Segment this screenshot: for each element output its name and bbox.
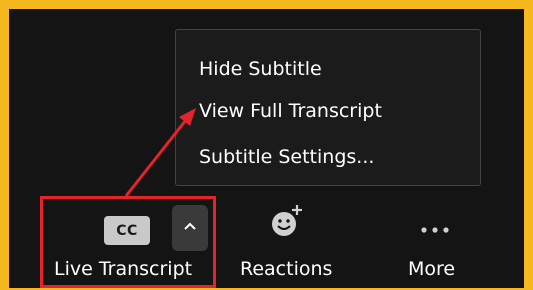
- annotation-arrow: [124, 108, 196, 197]
